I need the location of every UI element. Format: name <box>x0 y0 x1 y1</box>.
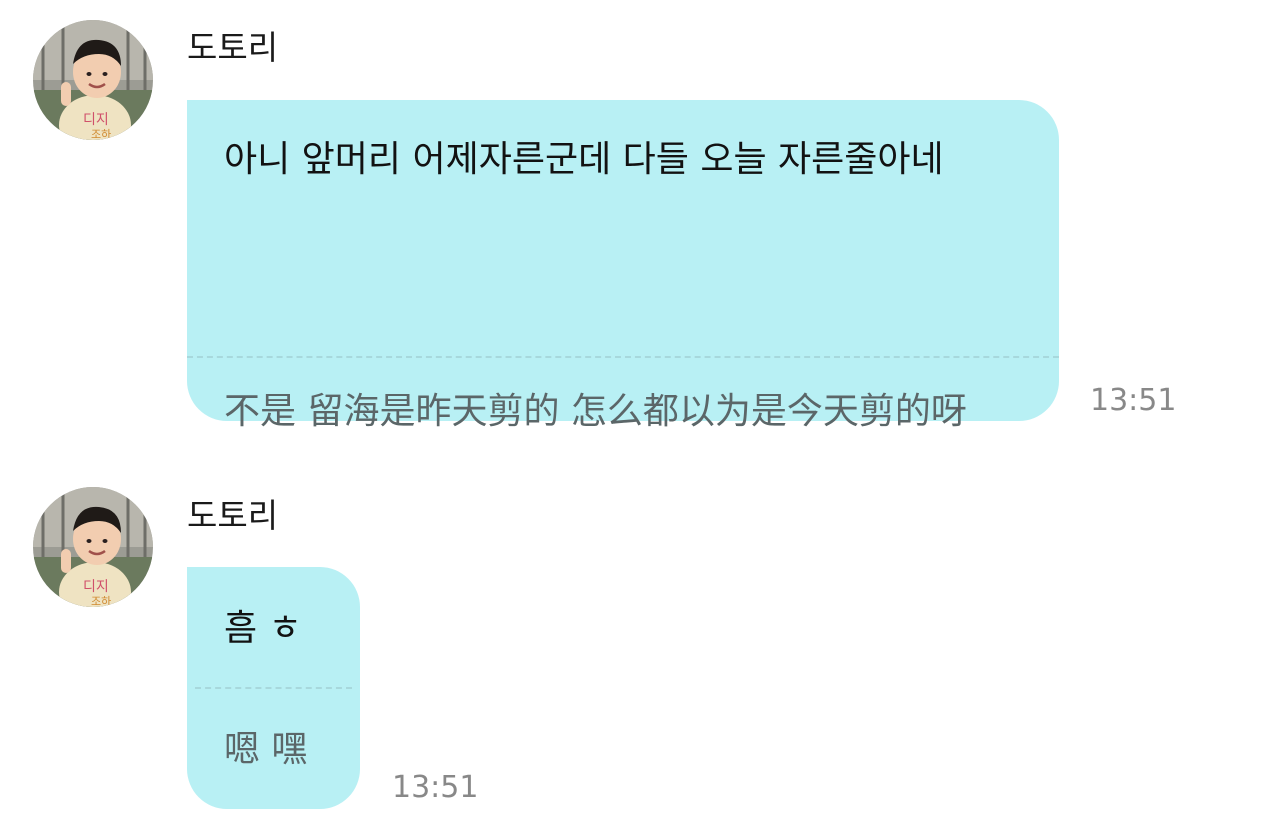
message-bubble[interactable]: 흠 ㅎ 嗯 嘿 <box>187 567 360 809</box>
svg-text:디지: 디지 <box>83 112 109 128</box>
message-bubble[interactable]: 아니 앞머리 어제자른군데 다들 오늘 자른줄아네 不是 留海是昨天剪的 怎么都… <box>187 100 1059 432</box>
message-text: 아니 앞머리 어제자른군데 다들 오늘 자른줄아네 <box>224 139 944 180</box>
svg-text:디지: 디지 <box>83 579 109 595</box>
translation-text: 不是 留海是昨天剪的 怎么都以为是今天剪的呀 <box>224 391 967 432</box>
sender-avatar[interactable]: 디지 조하 <box>33 20 153 140</box>
sender-name: 도토리 <box>187 28 279 67</box>
translation-text: 嗯 嘿 <box>224 729 308 770</box>
message-text: 흠 ㅎ <box>224 608 302 649</box>
profile-photo-icon: 디지 조하 <box>33 487 153 607</box>
message-timestamp: 13:51 <box>392 770 479 805</box>
translation-divider <box>195 687 352 689</box>
sender-avatar[interactable]: 디지 조하 <box>33 487 153 607</box>
translation-divider <box>187 356 1059 358</box>
message-timestamp: 13:51 <box>1090 383 1177 418</box>
profile-photo-icon: 디지 조하 <box>33 20 153 140</box>
svg-text:조하: 조하 <box>91 594 111 607</box>
sender-name: 도토리 <box>187 496 279 535</box>
svg-text:조하: 조하 <box>91 127 111 140</box>
